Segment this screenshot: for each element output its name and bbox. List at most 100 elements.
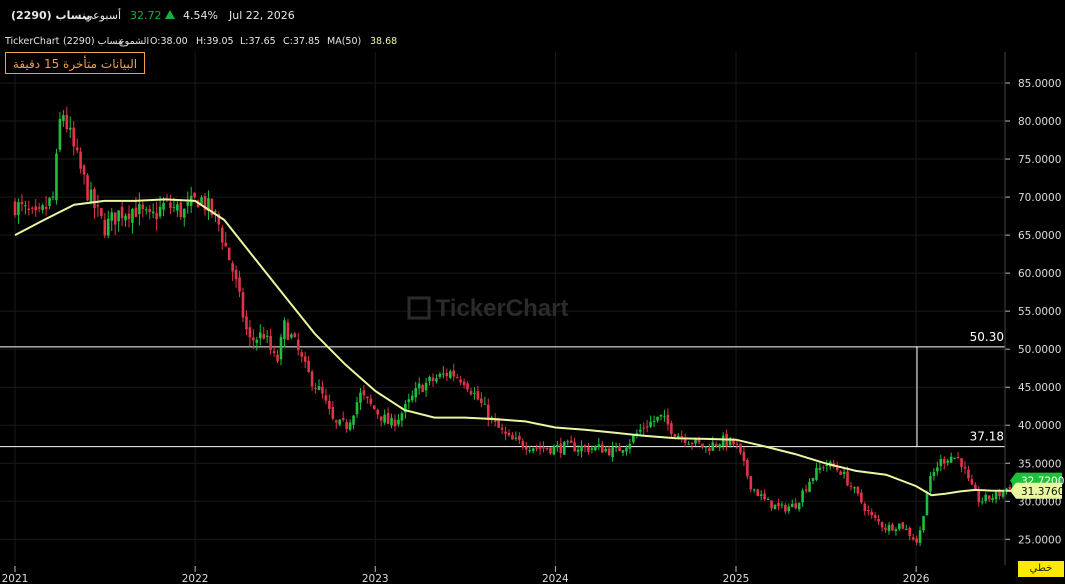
candle-body	[338, 419, 342, 425]
candle-body	[808, 481, 811, 492]
candle-body	[307, 360, 310, 373]
candle-body	[58, 118, 62, 150]
x-axis[interactable]: 2021 2022 2023 2024 2025 2026	[2, 566, 930, 584]
candle-body	[915, 538, 918, 543]
candle-body	[652, 421, 656, 423]
candle-body	[279, 336, 283, 360]
info-bar: TickerChart ينساب (2290) الشموع O:38.00 …	[0, 33, 1065, 49]
candle-body	[127, 213, 131, 220]
candle-body	[794, 503, 798, 509]
candle-body	[742, 451, 746, 461]
candle-body	[120, 206, 124, 219]
candle-body	[504, 431, 507, 434]
candle-body	[766, 499, 770, 501]
candle-body	[466, 383, 469, 390]
candle-body	[24, 205, 27, 207]
candle-body	[341, 418, 345, 420]
hline-label: 50.30	[970, 330, 1004, 344]
candle-body	[400, 413, 404, 421]
candle-body	[452, 370, 456, 377]
candle-body	[410, 395, 414, 401]
candle-body	[86, 175, 89, 201]
watermark: TickerChart	[436, 295, 569, 322]
candle-body	[853, 487, 856, 489]
candle-body	[262, 334, 266, 339]
y-tick-label: 55.0000	[1018, 306, 1061, 318]
candle-body	[562, 442, 566, 455]
candle-body	[397, 419, 400, 425]
candle-body	[182, 208, 186, 218]
candle-body	[763, 493, 766, 500]
candle-body	[269, 336, 272, 350]
candles	[13, 106, 1015, 547]
candle-body	[880, 522, 884, 528]
y-tick-label: 25.0000	[1018, 534, 1061, 546]
candle-body	[255, 339, 259, 343]
candle-body	[448, 371, 452, 378]
candle-body	[977, 489, 981, 503]
candle-body	[179, 202, 183, 218]
candle-body	[759, 494, 763, 496]
candle-body	[48, 197, 51, 206]
candle-body	[621, 450, 625, 453]
candle-body	[459, 379, 462, 383]
candle-body	[372, 405, 376, 410]
candle-body	[708, 448, 711, 451]
x-tick-label: 2026	[903, 573, 930, 584]
candle-body	[348, 422, 352, 430]
candle-body	[839, 471, 842, 475]
candle-body	[666, 414, 670, 425]
candle-body	[518, 435, 521, 440]
candle-body	[30, 207, 34, 209]
candle-body	[600, 444, 604, 453]
candle-body	[93, 188, 96, 209]
candle-body	[670, 423, 673, 434]
candle-body	[473, 392, 476, 394]
candle-body	[172, 206, 176, 208]
candle-body	[245, 316, 248, 330]
candle-body	[649, 421, 652, 427]
candle-body	[483, 403, 487, 405]
candle-body	[918, 530, 922, 543]
candle-body	[383, 414, 386, 423]
candle-body	[131, 209, 134, 223]
candle-body	[718, 444, 722, 448]
chart-mode-button[interactable]: خطي	[1018, 561, 1064, 577]
candle-body	[877, 518, 880, 522]
candle-body	[673, 434, 677, 437]
candle-body	[790, 503, 794, 508]
candle-body	[690, 442, 694, 444]
header-symbol[interactable]: ينساب (2290)	[11, 9, 91, 22]
candle-body	[749, 476, 753, 490]
candle-body	[873, 515, 877, 518]
y-tick-label: 85.0000	[1018, 78, 1061, 90]
candle-body	[656, 416, 659, 421]
price-tag: 31.3760	[1010, 482, 1064, 499]
candle-body	[659, 414, 663, 417]
candle-body	[265, 335, 269, 337]
candle-body	[186, 202, 190, 206]
candle-body	[946, 460, 950, 463]
candle-body	[424, 382, 428, 391]
candle-body	[780, 504, 784, 506]
candle-body	[538, 447, 542, 449]
header-last-price: 32.72	[130, 9, 162, 22]
candle-body	[894, 529, 898, 532]
candle-body	[963, 466, 967, 469]
candle-body	[929, 476, 932, 492]
candle-body	[846, 471, 849, 486]
info-close: C:37.85	[283, 36, 321, 47]
header-timeframe[interactable]: أسبوعي	[84, 9, 121, 22]
candle-body	[573, 442, 576, 452]
candle-body	[994, 491, 998, 500]
y-tick-label: 60.0000	[1018, 268, 1061, 280]
y-tick-label: 45.0000	[1018, 382, 1061, 394]
y-tick-label: 40.0000	[1018, 420, 1061, 432]
candle-body	[234, 269, 238, 280]
candle-body	[27, 208, 31, 211]
candle-body	[866, 510, 870, 512]
candle-body	[155, 213, 158, 220]
x-tick-label: 2022	[182, 573, 209, 584]
candle-body	[987, 495, 991, 500]
chart-canvas[interactable]: TickerChart 50.30 37.18 85.0000 80.0000 75.…	[0, 0, 1065, 584]
